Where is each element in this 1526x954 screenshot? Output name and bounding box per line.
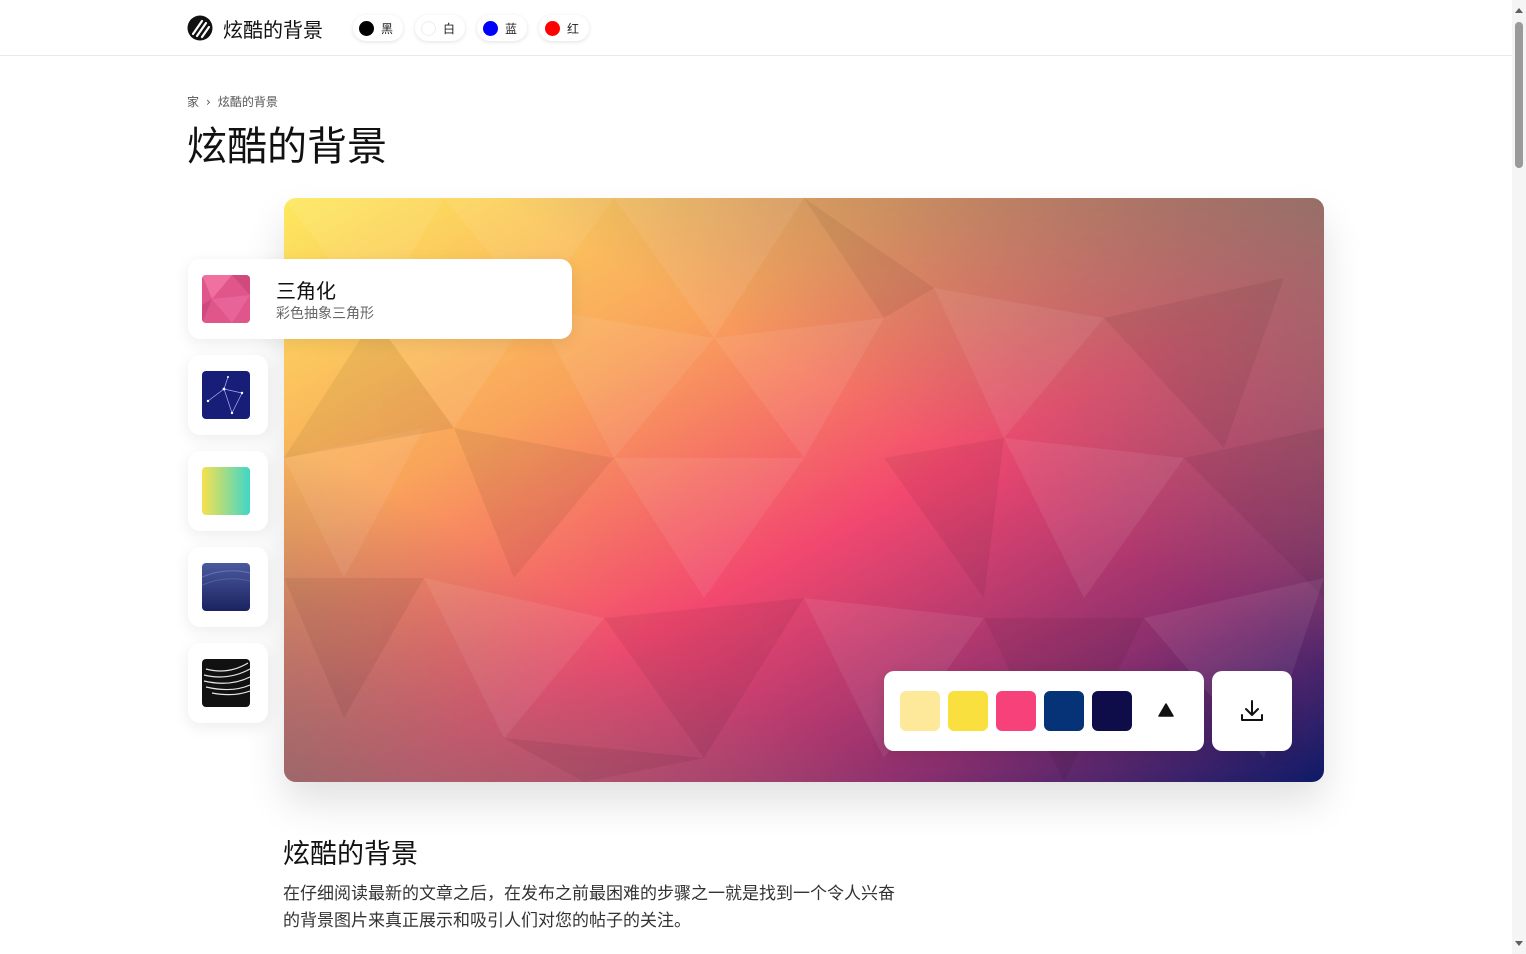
paragraph-line-1: 在仔细阅读最新的文章之后，在发布之前最困难的步骤之一就是找到一个令人兴奋	[283, 884, 895, 904]
triangle-icon[interactable]	[1156, 701, 1176, 721]
color-swatch-5[interactable]	[1092, 691, 1132, 731]
theme-chip-black[interactable]: 黑	[353, 15, 404, 41]
breadcrumb-current: 炫酷的背景	[217, 95, 278, 109]
logo-icon[interactable]	[187, 15, 213, 41]
color-dot-blue	[483, 20, 498, 36]
download-icon	[1241, 700, 1263, 721]
theme-chip-white[interactable]: 白	[415, 15, 466, 41]
scroll-thumb[interactable]	[1515, 22, 1523, 168]
theme-label-red: 红	[567, 21, 580, 36]
pattern-card-gradient[interactable]	[188, 451, 268, 531]
pattern-card-triangulate[interactable]: 三角化 彩色抽象三角形	[188, 259, 572, 339]
waves-thumbnail-icon	[202, 563, 250, 611]
theme-label-black: 黑	[381, 21, 394, 36]
theme-label-blue: 蓝	[505, 21, 518, 36]
breadcrumb-separator-icon: ›	[206, 94, 211, 109]
pattern-description: 彩色抽象三角形	[276, 306, 374, 322]
paragraph-line-2: 的背景图片来真正展示和吸引人们对您的帖子的关注。	[283, 911, 691, 931]
color-dot-black	[359, 20, 374, 36]
pattern-name: 三角化	[276, 279, 336, 303]
color-dot-white	[421, 20, 436, 36]
constellation-thumbnail-icon	[202, 371, 250, 419]
scroll-down-arrow-icon[interactable]	[1515, 941, 1523, 946]
scroll-up-arrow-icon[interactable]	[1515, 8, 1523, 13]
triangulate-thumbnail-icon	[202, 275, 250, 323]
theme-chip-blue[interactable]: 蓝	[477, 15, 528, 41]
color-swatch-2[interactable]	[948, 691, 988, 731]
color-dot-red	[545, 20, 560, 36]
theme-label-white: 白	[443, 21, 456, 36]
page-title: 炫酷的背景	[187, 124, 387, 170]
theme-chip-red[interactable]: 红	[539, 15, 590, 41]
gradient-thumbnail-icon	[202, 467, 250, 515]
section-paragraph: 在仔细阅读最新的文章之后，在发布之前最困难的步骤之一就是找到一个令人兴奋 的背景…	[283, 881, 943, 935]
pattern-card-waves[interactable]	[188, 547, 268, 627]
color-swatch-3[interactable]	[996, 691, 1036, 731]
breadcrumb: 家 › 炫酷的背景	[187, 93, 278, 110]
download-button[interactable]	[1212, 671, 1292, 751]
color-swatch-4[interactable]	[1044, 691, 1084, 731]
section-title: 炫酷的背景	[283, 839, 418, 870]
scrollbar[interactable]	[1512, 0, 1526, 954]
breadcrumb-home[interactable]: 家	[187, 93, 199, 110]
spiral-thumbnail-icon	[202, 659, 250, 707]
pattern-card-constellation[interactable]	[188, 355, 268, 435]
color-swatch-1[interactable]	[900, 691, 940, 731]
brand-name[interactable]: 炫酷的背景	[223, 14, 323, 43]
top-bar: 炫酷的背景 黑 白 蓝 红	[0, 0, 1512, 56]
pattern-card-spiral[interactable]	[188, 643, 268, 723]
color-palette-toolbar	[884, 671, 1204, 751]
